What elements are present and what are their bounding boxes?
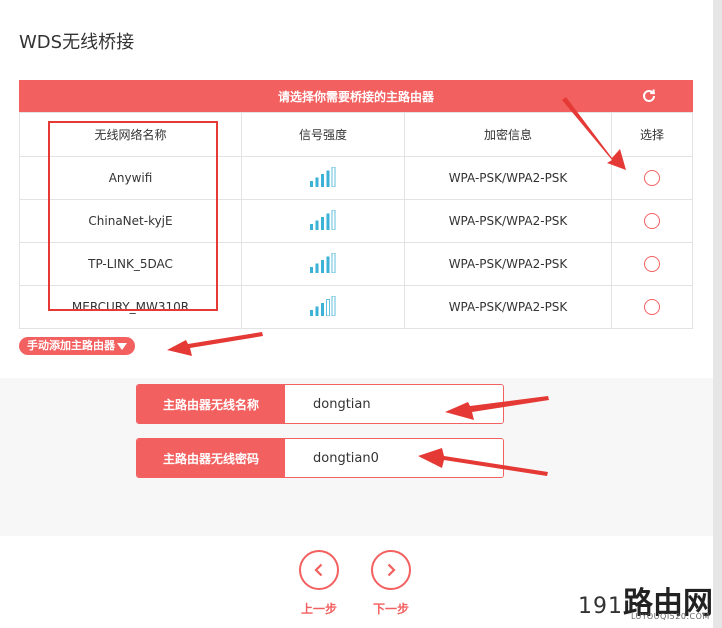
- signal-bar: [315, 306, 319, 316]
- scrollbar[interactable]: [713, 0, 722, 628]
- col-security: 加密信息: [404, 112, 612, 157]
- manual-add-label: 手动添加主路由器: [27, 339, 115, 352]
- signal-bar: [315, 177, 319, 187]
- signal-bar: [331, 166, 336, 187]
- signal-bar: [326, 170, 330, 187]
- row-security: WPA-PSK/WPA2-PSK: [404, 242, 612, 286]
- signal-bar: [331, 295, 336, 316]
- signal-bar: [310, 266, 313, 273]
- password-field-label: 主路由器无线密码: [137, 439, 285, 477]
- refresh-icon[interactable]: [641, 88, 657, 104]
- signal-bar: [321, 259, 324, 273]
- triangle-down-icon: [117, 342, 127, 350]
- select-radio[interactable]: [644, 256, 660, 272]
- select-radio[interactable]: [644, 213, 660, 229]
- signal-bar: [326, 298, 330, 316]
- col-select: 选择: [611, 112, 693, 157]
- password-input[interactable]: [285, 439, 503, 477]
- col-signal: 信号强度: [241, 112, 405, 157]
- ssid-field-row: 主路由器无线名称: [136, 384, 504, 424]
- signal-bar: [331, 252, 336, 273]
- arrow-to-manual-add: [167, 332, 263, 356]
- signal-bar: [310, 180, 313, 187]
- select-radio[interactable]: [644, 299, 660, 315]
- page-title: WDS无线桥接: [19, 32, 135, 53]
- next-button[interactable]: [371, 550, 411, 590]
- row-security: WPA-PSK/WPA2-PSK: [404, 199, 612, 243]
- chevron-left-icon: [314, 563, 323, 577]
- prev-button[interactable]: [299, 550, 339, 590]
- signal-strength-icon: [309, 166, 337, 190]
- ssid-input[interactable]: [285, 385, 503, 423]
- signal-strength-icon: [309, 295, 337, 319]
- signal-bar: [315, 263, 319, 273]
- watermark-url: LUYOUQI520.COM: [631, 612, 710, 621]
- signal-bar: [321, 216, 324, 230]
- prev-label[interactable]: 上一步: [289, 600, 349, 617]
- signal-bar: [310, 309, 313, 316]
- watermark-number: 191: [578, 594, 623, 619]
- row-security: WPA-PSK/WPA2-PSK: [404, 285, 612, 329]
- signal-bar: [331, 209, 336, 230]
- signal-bar: [326, 256, 330, 273]
- signal-bar: [315, 220, 319, 230]
- row-security: WPA-PSK/WPA2-PSK: [404, 156, 612, 200]
- table-heading: 请选择你需要桥接的主路由器: [19, 80, 693, 112]
- table-heading-text: 请选择你需要桥接的主路由器: [277, 89, 434, 104]
- signal-bar: [321, 302, 324, 316]
- signal-strength-icon: [309, 252, 337, 276]
- ssid-highlight-box: [48, 121, 218, 311]
- chevron-right-icon: [387, 563, 396, 577]
- next-label[interactable]: 下一步: [361, 600, 421, 617]
- signal-bar: [326, 213, 330, 230]
- signal-bar: [321, 173, 324, 187]
- select-radio[interactable]: [644, 170, 660, 186]
- signal-bar: [310, 223, 313, 230]
- ssid-field-label: 主路由器无线名称: [137, 385, 285, 423]
- password-field-row: 主路由器无线密码: [136, 438, 504, 478]
- signal-strength-icon: [309, 209, 337, 233]
- manual-add-router-button[interactable]: 手动添加主路由器: [19, 337, 135, 355]
